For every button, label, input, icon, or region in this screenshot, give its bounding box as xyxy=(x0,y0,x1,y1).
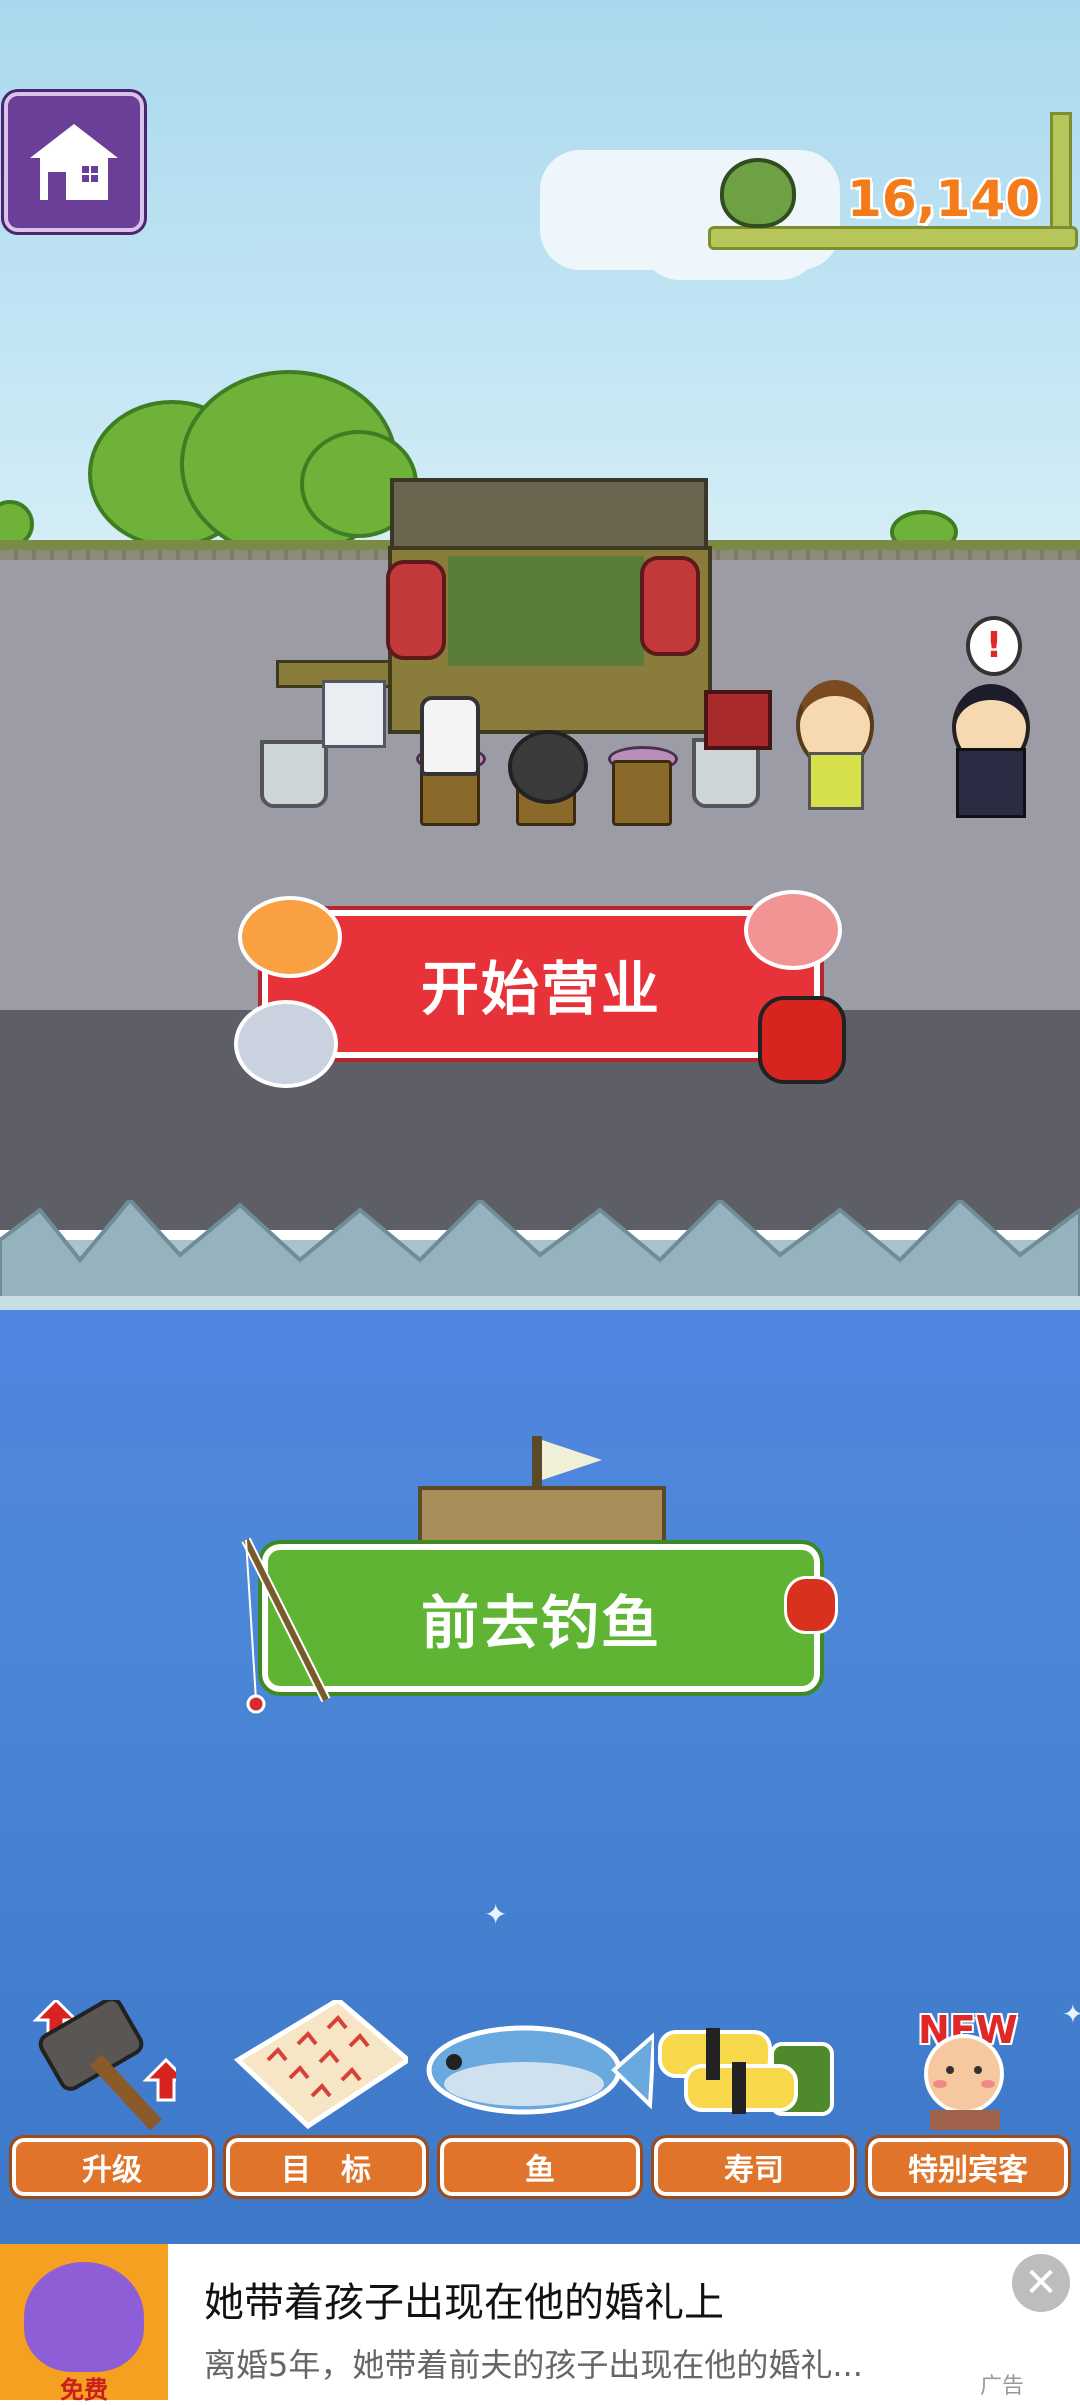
open-shop-button[interactable]: 开始营业 xyxy=(258,906,824,1062)
bamboo-frame xyxy=(708,226,1078,250)
cloth-sign xyxy=(322,680,386,748)
close-icon[interactable]: ✕ xyxy=(1012,2254,1070,2312)
stall-roof xyxy=(390,478,708,556)
menu-upgrade-button[interactable]: 升级 xyxy=(9,2135,215,2199)
money-counter: 16,140 xyxy=(847,170,1040,228)
ad-title[interactable]: 她带着孩子出现在他的婚礼上 xyxy=(204,2270,724,2328)
stall-counter xyxy=(448,556,644,666)
bucket xyxy=(260,740,328,808)
ad-subtitle[interactable]: 离婚5年，她带着前夫的孩子出现在他的婚礼... xyxy=(204,2340,904,2386)
house-icon xyxy=(30,124,118,200)
lantern xyxy=(640,556,700,656)
menu-fish-button[interactable]: 鱼 xyxy=(437,2135,643,2199)
mackerel-sushi-icon xyxy=(234,1000,338,1088)
goals-sheet-icon[interactable] xyxy=(228,1996,413,2130)
tuna-sushi-icon xyxy=(744,890,842,970)
home-button[interactable] xyxy=(4,92,144,232)
cat-character xyxy=(420,696,480,776)
menu-goals-button[interactable]: 目 标 xyxy=(223,2135,429,2199)
fish-icon[interactable] xyxy=(424,2000,657,2130)
crab-icon xyxy=(784,1576,838,1634)
sparkle-icon: ✦ xyxy=(484,1898,508,1931)
exclamation-bubble-icon: ! xyxy=(966,616,1022,676)
roe-sushi-icon xyxy=(758,996,846,1084)
fishing-rod-icon xyxy=(241,1537,331,1714)
hammer-icon[interactable] xyxy=(16,1997,216,2131)
rocky-shore xyxy=(0,1200,1080,1320)
hippo-icon xyxy=(24,2262,144,2372)
salmon-sushi-icon xyxy=(238,896,342,978)
raft-boat xyxy=(418,1486,666,1550)
go-fishing-button[interactable]: 前去钓鱼 xyxy=(258,1540,824,1696)
cooking-pot xyxy=(508,730,588,804)
lantern xyxy=(386,560,446,660)
sea-surface xyxy=(0,1310,1080,1380)
ad-tag: 广告 xyxy=(980,2374,1025,2399)
menu-special-guest-button[interactable]: 特别宾客 xyxy=(865,2135,1071,2199)
boat-flag xyxy=(542,1440,602,1480)
sushi-icon[interactable] xyxy=(656,2000,834,2130)
special-guest-icon[interactable] xyxy=(900,2000,1030,2130)
money-pouch-icon xyxy=(720,158,796,228)
customer-businessman-body xyxy=(956,748,1026,818)
cash-box xyxy=(704,690,772,750)
sparkle-icon: ✦ xyxy=(1062,2000,1080,2030)
stool xyxy=(612,760,672,826)
customer-boy-body xyxy=(808,752,864,810)
menu-sushi-button[interactable]: 寿司 xyxy=(651,2135,857,2199)
